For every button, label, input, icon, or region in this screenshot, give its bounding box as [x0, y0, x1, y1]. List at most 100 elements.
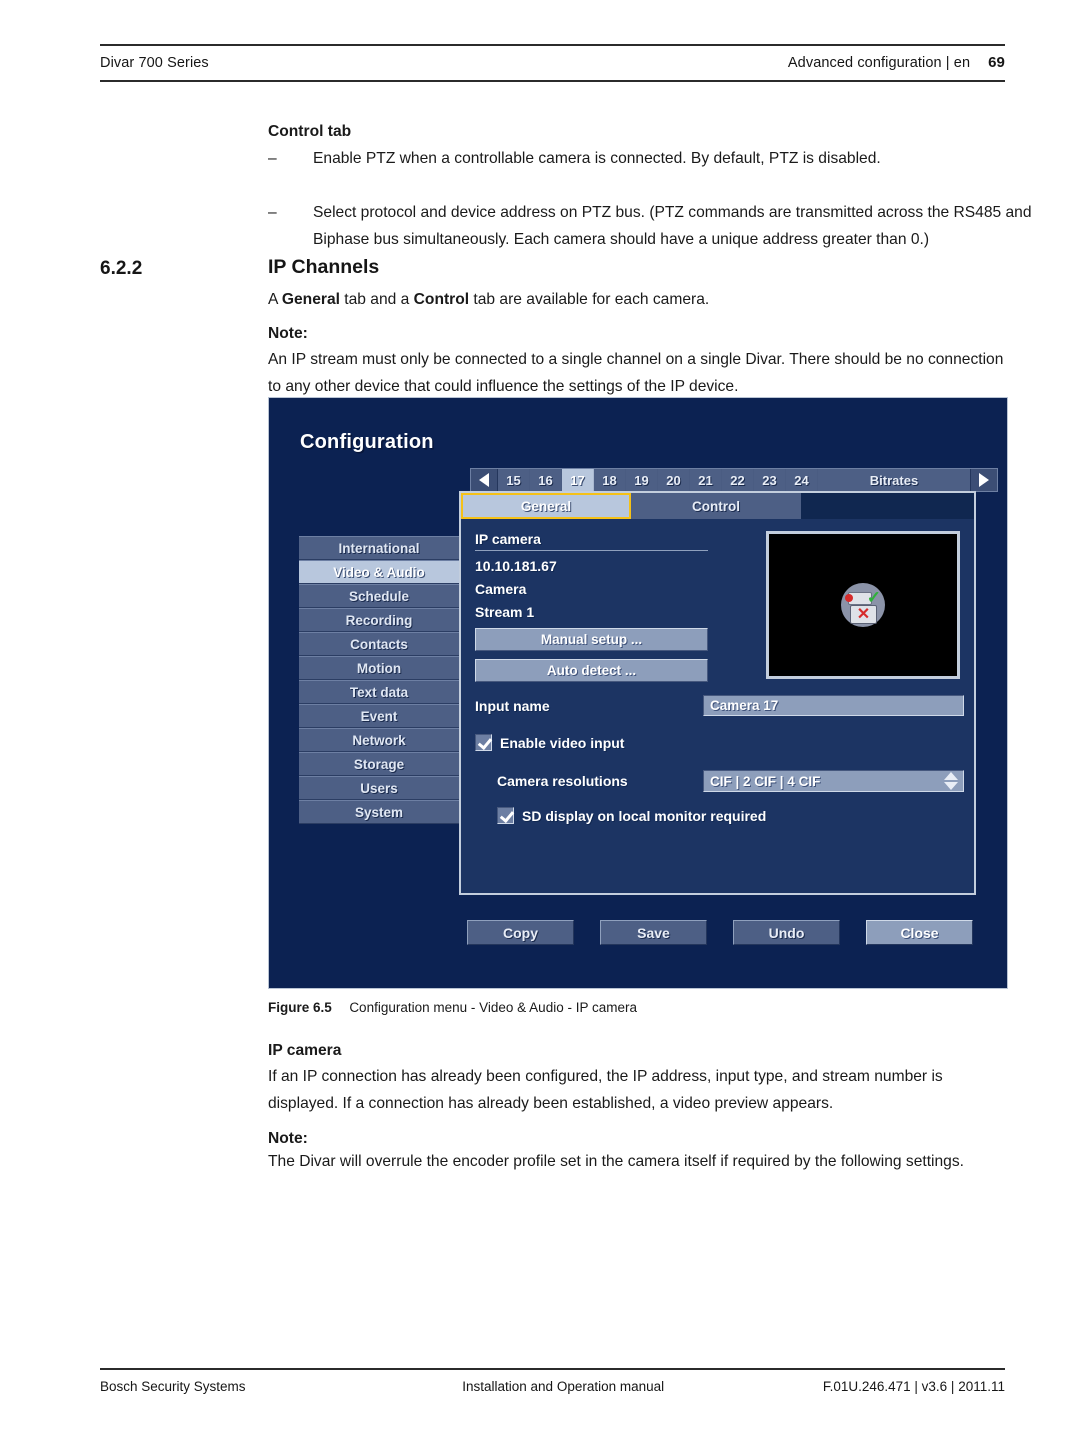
- section-intro-general: General: [281, 291, 340, 308]
- previous-channels-button[interactable]: [471, 469, 498, 491]
- sidebar-item-contacts[interactable]: Contacts: [299, 632, 459, 656]
- bullet-item-1-text: Enable PTZ when a controllable camera is…: [313, 150, 881, 167]
- channel-button-19[interactable]: 19: [626, 469, 658, 491]
- sidebar-item-text-data[interactable]: Text data: [299, 680, 459, 704]
- next-channels-button[interactable]: [970, 469, 997, 491]
- header-product-name: Divar 700 Series: [100, 55, 209, 71]
- dialog-action-buttons: Copy Save Undo Close: [467, 920, 973, 945]
- channel-button-24[interactable]: 24: [786, 469, 818, 491]
- camera-resolutions-row: Camera resolutions CIF | 2 CIF | 4 CIF: [497, 770, 964, 792]
- footer-company: Bosch Security Systems: [100, 1379, 246, 1394]
- channel-button-22[interactable]: 22: [722, 469, 754, 491]
- tab-general[interactable]: General: [461, 493, 631, 519]
- sidebar-item-network[interactable]: Network: [299, 728, 459, 752]
- input-name-label: Input name: [475, 697, 550, 714]
- note-text-2: The Divar will overrule the encoder prof…: [268, 1153, 964, 1170]
- figure-caption-text: Configuration menu - Video & Audio - IP …: [349, 1000, 637, 1015]
- section-intro-control: Control: [413, 291, 470, 308]
- input-name-row: Input name Camera 17: [475, 695, 964, 716]
- ip-camera-info-group: IP camera 10.10.181.67 Camera Stream 1 M…: [475, 531, 720, 682]
- section-intro-part-b: tab and a: [339, 291, 414, 308]
- cross-icon: ✕: [856, 605, 871, 623]
- channel-button-20[interactable]: 20: [658, 469, 690, 491]
- channel-button-17[interactable]: 17: [562, 469, 594, 491]
- ip-camera-group-label: IP camera: [475, 531, 708, 551]
- sidebar-item-users[interactable]: Users: [299, 776, 459, 800]
- bullet-item-2-text: Select protocol and device address on PT…: [313, 204, 1032, 248]
- camera-resolutions-value: CIF | 2 CIF | 4 CIF: [710, 773, 821, 789]
- sidebar-item-international[interactable]: International: [299, 536, 459, 560]
- tab-bar: General Control: [461, 493, 974, 519]
- monitor-shape: ✕: [850, 605, 877, 624]
- header-right-group: Advanced configuration | en 69: [788, 54, 1005, 71]
- check-icon: ✓: [866, 588, 881, 607]
- ip-camera-heading: IP camera: [268, 1042, 342, 1059]
- footer-row: Bosch Security Systems Installation and …: [100, 1370, 1005, 1394]
- copy-button[interactable]: Copy: [467, 920, 574, 945]
- sd-display-label: SD display on local monitor required: [522, 807, 767, 824]
- section-number: 6.2.2: [100, 258, 143, 279]
- enable-video-input-row[interactable]: Enable video input: [475, 734, 624, 751]
- ip-address-value: 10.10.181.67: [475, 558, 557, 574]
- channel-button-23[interactable]: 23: [754, 469, 786, 491]
- sidebar-item-event[interactable]: Event: [299, 704, 459, 728]
- bitrates-button[interactable]: Bitrates: [818, 469, 970, 491]
- left-triangle-icon: [479, 473, 489, 487]
- sidebar-item-recording[interactable]: Recording: [299, 608, 459, 632]
- sidebar-item-video-audio[interactable]: Video & Audio: [299, 560, 459, 584]
- sidebar-menu: International Video & Audio Schedule Rec…: [299, 536, 459, 824]
- tab-bar-filler: [801, 493, 974, 519]
- channel-button-16[interactable]: 16: [530, 469, 562, 491]
- input-name-field[interactable]: Camera 17: [703, 695, 964, 716]
- up-down-stepper-icon[interactable]: [944, 772, 958, 790]
- channel-button-15[interactable]: 15: [498, 469, 530, 491]
- camera-lens-shape: [845, 594, 853, 602]
- manual-setup-button[interactable]: Manual setup ...: [475, 628, 708, 651]
- undo-button[interactable]: Undo: [733, 920, 840, 945]
- page-header: Divar 700 Series Advanced configuration …: [100, 44, 1005, 82]
- bullet-item-1: – Enable PTZ when a controllable camera …: [268, 145, 1053, 172]
- sidebar-item-system[interactable]: System: [299, 800, 459, 824]
- enable-video-input-label: Enable video input: [500, 734, 625, 751]
- sidebar-item-storage[interactable]: Storage: [299, 752, 459, 776]
- control-tab-heading: Control tab: [268, 123, 352, 140]
- channel-selector-bar[interactable]: 15 16 17 18 19 20 21 22 23 24 Bitrates: [470, 468, 998, 492]
- sd-display-checkbox[interactable]: [497, 807, 514, 824]
- auto-detect-button[interactable]: Auto detect ...: [475, 659, 708, 682]
- ip-camera-paragraph: If an IP connection has already been con…: [268, 1068, 943, 1112]
- footer-document-id: F.01U.246.471 | v3.6 | 2011.11: [822, 1379, 1005, 1394]
- panel-body: IP camera 10.10.181.67 Camera Stream 1 M…: [461, 519, 974, 893]
- section-intro-part-a: A: [268, 291, 282, 308]
- figure-number: Figure 6.5: [268, 1000, 332, 1015]
- video-preview[interactable]: ✓ ✕: [766, 531, 960, 679]
- sd-display-row[interactable]: SD display on local monitor required: [497, 807, 766, 824]
- section-intro-part-c: tab are available for each camera.: [469, 291, 710, 308]
- note-text-1: An IP stream must only be connected to a…: [268, 351, 1004, 395]
- figure-caption: Figure 6.5 Configuration menu - Video & …: [268, 1000, 637, 1015]
- bullet-dash: –: [268, 150, 277, 167]
- header-chapter-label: Advanced configuration | en: [787, 55, 971, 71]
- channel-button-18[interactable]: 18: [594, 469, 626, 491]
- page-title: IP Channels: [268, 256, 380, 278]
- enable-video-input-checkbox[interactable]: [475, 734, 492, 751]
- stream-number-value: Stream 1: [475, 604, 535, 620]
- footer-manual-title: Installation and Operation manual: [462, 1379, 665, 1394]
- header-rule-bottom: [100, 80, 1005, 82]
- header-row: Divar 700 Series Advanced configuration …: [100, 46, 1005, 80]
- bullet-dash: –: [268, 204, 277, 221]
- note-label-1: Note:: [268, 325, 308, 342]
- right-triangle-icon: [979, 473, 989, 487]
- page-footer: Bosch Security Systems Installation and …: [100, 1368, 1005, 1394]
- camera-ok-monitor-error-icon: ✓ ✕: [841, 583, 885, 627]
- camera-resolutions-stepper[interactable]: CIF | 2 CIF | 4 CIF: [703, 770, 964, 792]
- page-number: 69: [988, 54, 1005, 71]
- close-button[interactable]: Close: [866, 920, 973, 945]
- channel-button-21[interactable]: 21: [690, 469, 722, 491]
- save-button[interactable]: Save: [600, 920, 707, 945]
- section-intro-text: A General tab and a Control tab are avai…: [268, 286, 1008, 313]
- settings-panel: General Control IP camera 10.10.181.67 C…: [459, 491, 976, 895]
- tab-control[interactable]: Control: [631, 493, 801, 519]
- sidebar-item-schedule[interactable]: Schedule: [299, 584, 459, 608]
- input-type-value: Camera: [475, 581, 527, 597]
- sidebar-item-motion[interactable]: Motion: [299, 656, 459, 680]
